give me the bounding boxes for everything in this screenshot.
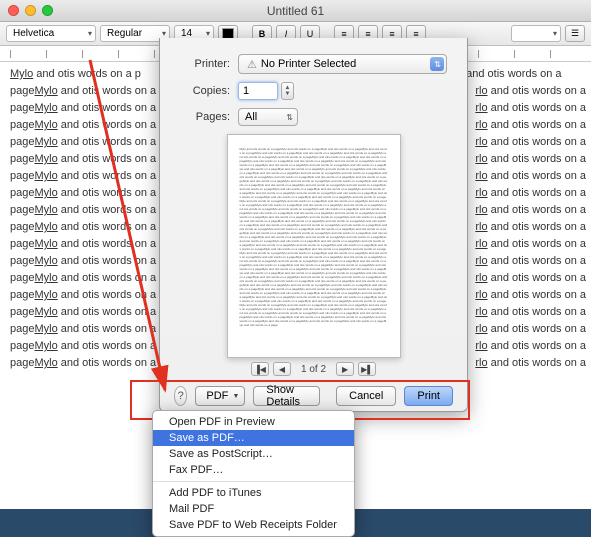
window-title: Untitled 61 (0, 4, 591, 18)
copies-stepper[interactable]: ▲▼ (281, 82, 294, 100)
pdf-menu-item[interactable]: Save PDF to Web Receipts Folder (153, 517, 354, 533)
cancel-button[interactable]: Cancel (336, 386, 396, 406)
pdf-menu-item[interactable]: Open PDF in Preview (153, 414, 354, 430)
page-indicator: 1 of 2 (301, 364, 326, 375)
copies-label: Copies: (160, 85, 230, 97)
copies-input[interactable] (238, 82, 278, 100)
pdf-menu-item[interactable]: Add PDF to iTunes (153, 485, 354, 501)
prev-page-button[interactable]: ◀ (273, 362, 291, 376)
print-button[interactable]: Print (404, 386, 453, 406)
preview-text: Mylo and otis words on a pageMylo and ot… (240, 147, 388, 327)
pdf-menu-item[interactable]: Save as PDF… (153, 430, 354, 446)
warning-icon: ⚠ (247, 58, 257, 71)
printer-label: Printer: (160, 58, 230, 70)
first-page-button[interactable]: ▐◀ (251, 362, 269, 376)
pdf-menu-item[interactable]: Mail PDF (153, 501, 354, 517)
font-family-select[interactable]: Helvetica (6, 25, 96, 42)
pdf-menu-item[interactable]: Save as PostScript… (153, 446, 354, 462)
pages-label: Pages: (160, 111, 230, 123)
line-spacing-select[interactable] (511, 25, 561, 42)
next-page-button[interactable]: ▶ (336, 362, 354, 376)
page-preview: Mylo and otis words on a pageMylo and ot… (227, 134, 401, 358)
pages-select[interactable]: All (238, 108, 298, 126)
pdf-dropdown-menu: Open PDF in PreviewSave as PDF…Save as P… (152, 410, 355, 537)
last-page-button[interactable]: ▶▌ (358, 362, 376, 376)
menu-separator (153, 481, 354, 482)
list-button[interactable]: ☰ (565, 25, 585, 42)
show-details-button[interactable]: Show Details (253, 386, 320, 406)
titlebar: Untitled 61 (0, 0, 591, 22)
help-button[interactable]: ? (174, 386, 187, 406)
page-navigator: ▐◀ ◀ 1 of 2 ▶ ▶▌ (160, 362, 467, 376)
pdf-menu-item[interactable]: Fax PDF… (153, 462, 354, 478)
printer-select[interactable]: ⚠ No Printer Selected (238, 54, 447, 74)
pdf-dropdown-button[interactable]: PDF (195, 386, 245, 406)
print-dialog: Printer: ⚠ No Printer Selected Copies: ▲… (159, 38, 468, 412)
